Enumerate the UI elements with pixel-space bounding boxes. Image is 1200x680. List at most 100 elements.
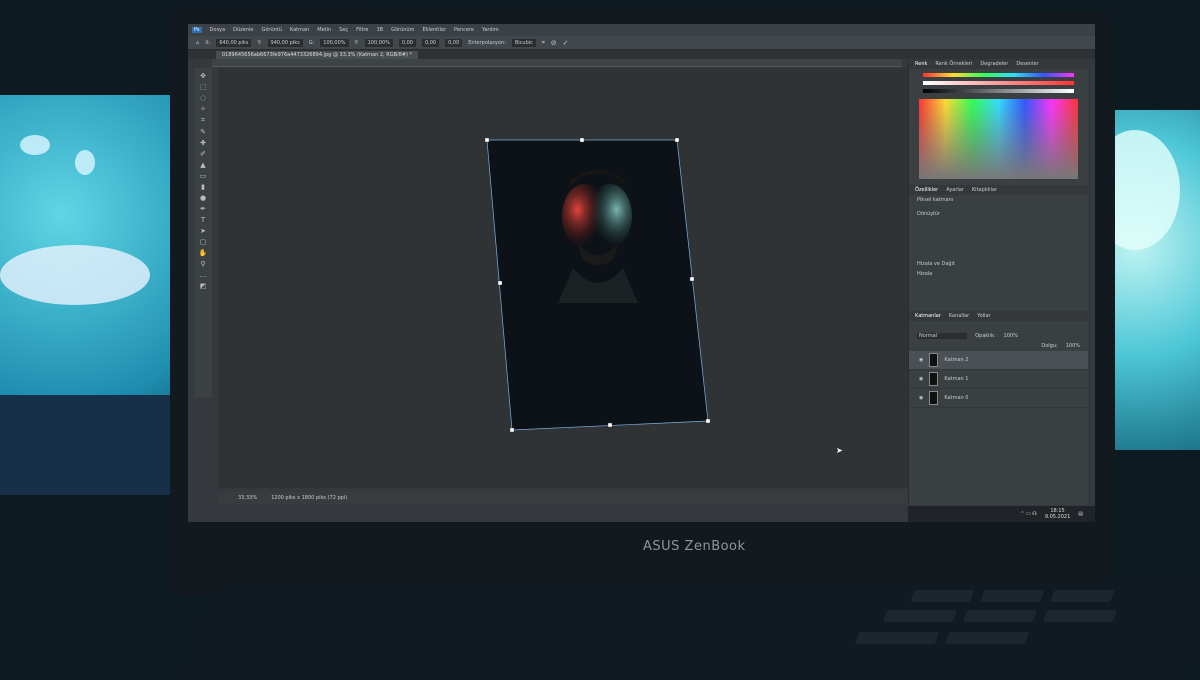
- tab-yollar[interactable]: Yollar: [977, 313, 990, 319]
- menu-eklentiler[interactable]: Eklentiler: [422, 27, 446, 33]
- hand-tool-icon[interactable]: ✋: [199, 249, 208, 257]
- tab-renk[interactable]: Renk: [915, 61, 927, 67]
- menu-dosya[interactable]: Dosya: [210, 27, 226, 33]
- right-panels: Renk Renk Örnekleri Degradeler Desenler …: [908, 59, 1088, 505]
- home-icon[interactable]: ⌂: [196, 40, 199, 46]
- opacity-field[interactable]: 100%: [1004, 333, 1018, 339]
- tab-degradeler[interactable]: Degradeler: [980, 61, 1008, 67]
- dodge-tool-icon[interactable]: ●: [200, 194, 206, 202]
- healing-brush-icon[interactable]: ✚: [200, 139, 206, 147]
- move-tool-icon[interactable]: ✥: [200, 72, 206, 80]
- hue-slider[interactable]: [923, 73, 1074, 77]
- menu-gorunum[interactable]: Görünüm: [391, 27, 414, 33]
- tab-kanallar[interactable]: Kanallar: [949, 313, 969, 319]
- color-spectrum[interactable]: [919, 99, 1078, 179]
- align-subsection: Hizala: [917, 271, 933, 277]
- layer-row[interactable]: ◉ Katman 0: [909, 389, 1088, 408]
- magic-wand-icon[interactable]: ✧: [200, 105, 206, 113]
- color-panel-tabs: Renk Renk Örnekleri Degradeler Desenler: [909, 59, 1088, 69]
- path-select-icon[interactable]: ➤: [200, 227, 206, 235]
- saturation-slider[interactable]: [923, 81, 1074, 85]
- layer-name: Katman 0: [944, 395, 969, 401]
- crop-tool-icon[interactable]: ⌗: [201, 116, 205, 125]
- properties-panel-tabs: Özellikler Ayarlar Kitaplıklar: [909, 185, 1088, 195]
- menu-3b[interactable]: 3B: [376, 27, 383, 33]
- transform-section[interactable]: Dönüştür: [909, 209, 1088, 219]
- align-section[interactable]: Hizala ve Dağıt: [909, 259, 1088, 269]
- menu-goruntu[interactable]: Görüntü: [261, 27, 281, 33]
- visibility-eye-icon[interactable]: ◉: [919, 357, 923, 363]
- tab-ayarlar[interactable]: Ayarlar: [946, 187, 964, 193]
- warp-icon[interactable]: ⌗: [542, 40, 545, 46]
- tab-ozellikler[interactable]: Özellikler: [915, 187, 938, 193]
- date: 9.05.2021: [1044, 514, 1071, 520]
- layer-thumbnail: [929, 372, 939, 386]
- angle-field[interactable]: 0,00: [398, 38, 416, 47]
- mouse-cursor-icon: ➤: [836, 446, 843, 455]
- layer-row[interactable]: ◉ Katman 2: [909, 351, 1088, 370]
- layer-thumbnail: [929, 353, 939, 367]
- shape-tool-icon[interactable]: ▢: [200, 238, 207, 246]
- brightness-slider[interactable]: [923, 89, 1074, 93]
- tab-renk-ornekleri[interactable]: Renk Örnekleri: [935, 61, 972, 67]
- fill-field[interactable]: 100%: [1066, 343, 1080, 349]
- fill-label: Dolgu:: [1041, 343, 1058, 349]
- menu-katman[interactable]: Katman: [290, 27, 309, 33]
- document-tabs: 0189645656ab6673fe976a4473326894.jpg @ 3…: [188, 50, 1095, 59]
- menu-pencere[interactable]: Pencere: [454, 27, 474, 33]
- stamp-tool-icon[interactable]: ▲: [200, 161, 205, 169]
- tab-kitapliklar[interactable]: Kitaplıklar: [972, 187, 997, 193]
- vskew-field[interactable]: 0,00: [445, 38, 463, 47]
- document-image[interactable]: [218, 68, 908, 488]
- menu-duzenle[interactable]: Düzenle: [233, 27, 253, 33]
- visibility-eye-icon[interactable]: ◉: [919, 376, 923, 382]
- document-tab[interactable]: 0189645656ab6673fe976a4473326894.jpg @ 3…: [216, 50, 419, 59]
- layer-row[interactable]: ◉ Katman 1: [909, 370, 1088, 389]
- clock[interactable]: 18:15 9.05.2021: [1045, 508, 1070, 520]
- more-tools-icon[interactable]: …: [200, 271, 207, 279]
- zoom-level[interactable]: 33,33%: [238, 495, 257, 501]
- color-swatches-icon[interactable]: ◩: [200, 282, 207, 290]
- menu-yardim[interactable]: Yardım: [482, 27, 499, 33]
- menu-filtre[interactable]: Filtre: [356, 27, 368, 33]
- tab-desenler[interactable]: Desenler: [1016, 61, 1038, 67]
- brush-tool-icon[interactable]: ✐: [200, 150, 206, 158]
- lasso-tool-icon[interactable]: ◌: [200, 94, 206, 102]
- type-tool-icon[interactable]: T: [201, 216, 205, 224]
- cancel-icon[interactable]: ⊘: [551, 39, 557, 47]
- properties-type: Piksel katmanı: [917, 197, 954, 203]
- layer-thumbnail: [929, 391, 939, 405]
- h-label: Y:: [354, 39, 359, 46]
- tab-katmanlar[interactable]: Katmanlar: [915, 313, 941, 319]
- pen-tool-icon[interactable]: ✒: [200, 205, 206, 213]
- y-label: Y:: [257, 39, 262, 46]
- commit-check-icon[interactable]: ✓: [563, 39, 569, 47]
- notifications-icon[interactable]: ▤: [1078, 511, 1083, 517]
- height-field[interactable]: 100,00%: [364, 38, 393, 47]
- menu-metin[interactable]: Metin: [317, 27, 331, 33]
- x-field[interactable]: 640,00 piks: [216, 38, 252, 47]
- horizontal-ruler: [212, 59, 902, 67]
- gradient-tool-icon[interactable]: ▮: [201, 183, 205, 191]
- visibility-eye-icon[interactable]: ◉: [919, 395, 923, 401]
- menu-sec[interactable]: Seç: [339, 27, 348, 33]
- y-field[interactable]: 940,00 piks: [267, 38, 303, 47]
- w-label: G:: [308, 39, 315, 46]
- system-tray-icons[interactable]: ⌃ ▭ ☊: [1020, 511, 1037, 517]
- windows-taskbar: ⌃ ▭ ☊ 18:15 9.05.2021 ▤: [908, 506, 1095, 522]
- document-size: 1200 piks x 1800 piks (72 ppi): [271, 495, 348, 501]
- width-field[interactable]: 100,00%: [320, 38, 349, 47]
- marquee-tool-icon[interactable]: ⬚: [200, 83, 207, 91]
- status-bar: 33,33% 1200 piks x 1800 piks (72 ppi): [218, 492, 908, 504]
- blend-mode-select[interactable]: Normal: [917, 333, 968, 339]
- canvas-area[interactable]: ➤: [218, 68, 908, 488]
- zoom-tool-icon[interactable]: ⚲: [200, 260, 205, 268]
- layers-panel-tabs: Katmanlar Kanallar Yollar: [909, 311, 1088, 321]
- interpolation-label: Enterpolasyon:: [468, 39, 506, 46]
- interpolation-select[interactable]: Bicubic: [511, 38, 536, 47]
- opacity-label: Opaklık:: [975, 333, 996, 339]
- hskew-field[interactable]: 0,00: [421, 38, 440, 47]
- eyedropper-icon[interactable]: ✎: [200, 128, 206, 136]
- keyboard: [181, 580, 1200, 680]
- eraser-icon[interactable]: ▭: [200, 172, 207, 180]
